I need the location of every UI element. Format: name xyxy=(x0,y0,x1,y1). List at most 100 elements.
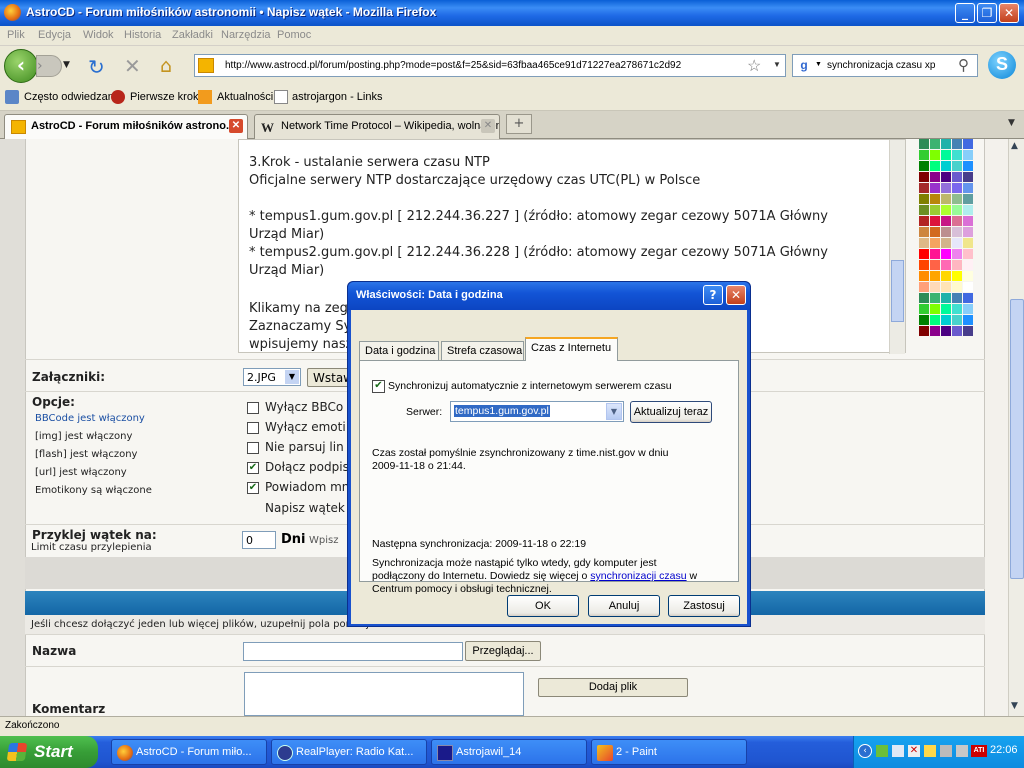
palette-swatch[interactable] xyxy=(963,161,973,171)
palette-swatch[interactable] xyxy=(952,293,962,303)
back-button[interactable]: ‹ xyxy=(4,49,38,83)
restore-icon[interactable]: ❐ xyxy=(977,3,997,23)
palette-swatch[interactable] xyxy=(919,227,929,237)
palette-swatch[interactable] xyxy=(941,282,951,292)
server-combobox[interactable]: tempus1.gum.gov.pl ▼ xyxy=(450,401,624,422)
palette-swatch[interactable] xyxy=(941,227,951,237)
start-button[interactable]: Start xyxy=(0,736,98,768)
palette-swatch[interactable] xyxy=(952,315,962,325)
palette-swatch[interactable] xyxy=(919,271,929,281)
window-titlebar[interactable]: AstroCD - Forum miłośników astronomii • … xyxy=(0,0,1024,26)
palette-swatch[interactable] xyxy=(963,172,973,182)
palette-swatch[interactable] xyxy=(941,293,951,303)
attach-signature-checkbox[interactable]: ✔ xyxy=(247,462,259,474)
usb-icon[interactable] xyxy=(956,745,968,757)
palette-swatch[interactable] xyxy=(952,183,962,193)
palette-swatch[interactable] xyxy=(941,150,951,160)
palette-swatch[interactable] xyxy=(930,293,940,303)
palette-swatch[interactable] xyxy=(952,172,962,182)
palette-swatch[interactable] xyxy=(941,249,951,259)
palette-swatch[interactable] xyxy=(952,249,962,259)
google-engine-icon[interactable]: g xyxy=(796,58,812,74)
palette-swatch[interactable] xyxy=(952,227,962,237)
menu-pomoc[interactable]: Pomoc xyxy=(277,29,311,41)
menu-widok[interactable]: Widok xyxy=(83,29,114,41)
page-scroll-thumb[interactable] xyxy=(1010,299,1024,579)
bbcode-text[interactable]: BBCode jest włączony xyxy=(35,413,145,424)
notify-me-checkbox[interactable]: ✔ xyxy=(247,482,259,494)
palette-swatch[interactable] xyxy=(963,238,973,248)
palette-swatch[interactable] xyxy=(919,194,929,204)
bookmark-star-icon[interactable]: ☆ xyxy=(747,56,761,76)
history-dropdown-icon[interactable]: ▼ xyxy=(63,60,70,70)
new-tab-icon[interactable]: + xyxy=(506,114,532,134)
palette-swatch[interactable] xyxy=(930,161,940,171)
search-bar[interactable]: g ▼ synchronizacja czasu xp ⚲ xyxy=(792,54,978,77)
tab-list-icon[interactable]: ▼ xyxy=(1008,118,1015,128)
palette-swatch[interactable] xyxy=(919,282,929,292)
scroll-up-icon[interactable]: ▲ xyxy=(1011,141,1018,151)
palette-swatch[interactable] xyxy=(963,183,973,193)
palette-swatch[interactable] xyxy=(930,315,940,325)
ati-icon[interactable]: ATI xyxy=(971,745,987,757)
palette-swatch[interactable] xyxy=(930,205,940,215)
palette-swatch[interactable] xyxy=(919,293,929,303)
palette-swatch[interactable] xyxy=(930,271,940,281)
palette-swatch[interactable] xyxy=(930,150,940,160)
server-value[interactable]: tempus1.gum.gov.pl xyxy=(454,405,550,417)
skype-icon[interactable]: S xyxy=(988,51,1016,79)
menu-narzedzia[interactable]: Narzędzia xyxy=(221,29,271,41)
palette-swatch[interactable] xyxy=(963,227,973,237)
bookmark-pierwsze[interactable]: Pierwsze kroki xyxy=(130,91,201,103)
palette-swatch[interactable] xyxy=(930,326,940,336)
palette-swatch[interactable] xyxy=(919,315,929,325)
palette-swatch[interactable] xyxy=(919,161,929,171)
palette-swatch[interactable] xyxy=(963,293,973,303)
palette-swatch[interactable] xyxy=(919,260,929,270)
bookmark-astrojargon[interactable]: astrojargon - Links xyxy=(292,91,383,103)
palette-swatch[interactable] xyxy=(919,139,929,149)
update-now-button[interactable]: Aktualizuj teraz xyxy=(630,401,712,423)
menu-historia[interactable]: Historia xyxy=(124,29,161,41)
palette-swatch[interactable] xyxy=(952,150,962,160)
palette-swatch[interactable] xyxy=(941,205,951,215)
sticky-days-input[interactable]: 0 xyxy=(242,531,276,549)
disable-emoticons-checkbox[interactable] xyxy=(247,422,259,434)
palette-swatch[interactable] xyxy=(963,326,973,336)
bookmark-aktualnosci[interactable]: Aktualności xyxy=(217,91,273,103)
reload-icon[interactable]: ↻ xyxy=(88,55,105,79)
no-parse-links-checkbox[interactable] xyxy=(247,442,259,454)
palette-swatch[interactable] xyxy=(930,172,940,182)
palette-swatch[interactable] xyxy=(919,172,929,182)
palette-swatch[interactable] xyxy=(941,326,951,336)
palette-swatch[interactable] xyxy=(941,139,951,149)
menu-edycja[interactable]: Edycja xyxy=(38,29,71,41)
palette-swatch[interactable] xyxy=(952,161,962,171)
palette-swatch[interactable] xyxy=(941,216,951,226)
network-icon[interactable] xyxy=(876,745,888,757)
palette-swatch[interactable] xyxy=(963,260,973,270)
dialog-titlebar[interactable]: Właściwości: Data i godzina ? ✕ xyxy=(348,282,750,310)
taskbar-item-paint[interactable]: 2 - Paint xyxy=(591,739,747,765)
palette-swatch[interactable] xyxy=(919,304,929,314)
help-icon[interactable]: ? xyxy=(703,285,723,305)
bookmark-czesto[interactable]: Często odwiedzane xyxy=(24,91,120,103)
clock[interactable]: 22:06 xyxy=(990,744,1018,756)
palette-swatch[interactable] xyxy=(930,183,940,193)
auto-sync-checkbox[interactable]: ✔ xyxy=(372,380,385,393)
palette-swatch[interactable] xyxy=(941,260,951,270)
url-bar[interactable]: http://www.astrocd.pl/forum/posting.php?… xyxy=(194,54,786,77)
engine-dropdown-icon[interactable]: ▼ xyxy=(815,61,822,68)
url-dropdown-icon[interactable]: ▼ xyxy=(773,60,781,69)
page-scrollbar[interactable]: ▲ ▼ xyxy=(1008,139,1024,716)
close-icon[interactable]: ✕ xyxy=(726,285,746,305)
palette-swatch[interactable] xyxy=(952,271,962,281)
palette-swatch[interactable] xyxy=(952,304,962,314)
scroll-down-icon[interactable]: ▼ xyxy=(1011,701,1018,711)
palette-swatch[interactable] xyxy=(963,282,973,292)
palette-swatch[interactable] xyxy=(919,326,929,336)
tab-time-zone[interactable]: Strefa czasowa xyxy=(441,341,524,362)
taskbar-item-astrojawil[interactable]: Astrojawil_14 xyxy=(431,739,587,765)
close-icon[interactable]: ✕ xyxy=(999,3,1019,23)
volume-icon[interactable] xyxy=(940,745,952,757)
